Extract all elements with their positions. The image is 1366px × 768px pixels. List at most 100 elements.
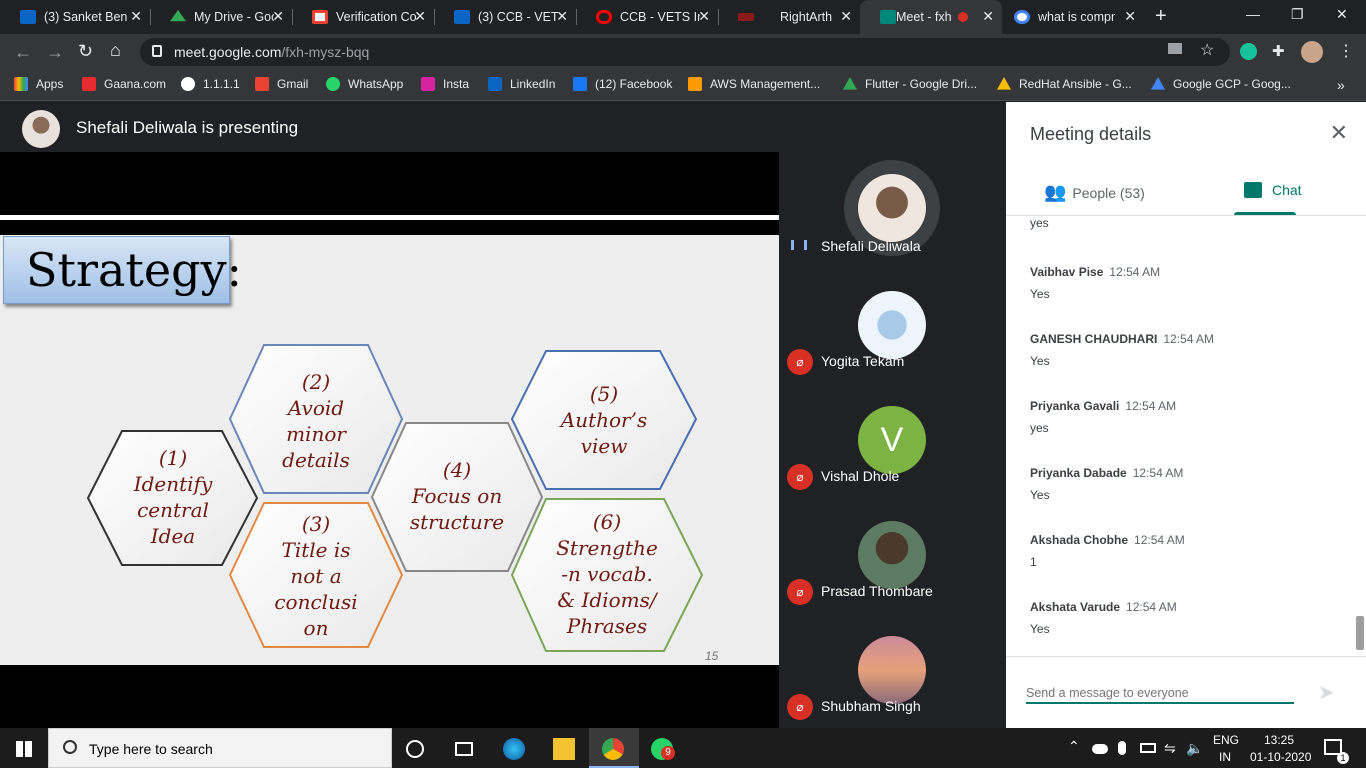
input-underline	[1026, 702, 1294, 704]
close-tab-icon[interactable]: ✕	[840, 8, 852, 25]
message-text: Yes	[1030, 622, 1050, 636]
chat-message-input[interactable]	[1026, 686, 1294, 700]
close-tab-icon[interactable]: ✕	[414, 8, 426, 25]
globe-icon	[181, 77, 195, 91]
close-tab-icon[interactable]: ✕	[272, 8, 284, 25]
grammarly-icon[interactable]	[1240, 43, 1257, 60]
bookmark-facebook[interactable]: (12) Facebook	[573, 77, 672, 91]
participant-tile[interactable]: Shefali Deliwala	[779, 152, 1006, 267]
close-tab-icon[interactable]: ✕	[1124, 8, 1136, 25]
lock-icon	[152, 45, 162, 57]
forward-icon[interactable]: →	[46, 42, 64, 63]
volume-icon[interactable]: 🔈	[1186, 740, 1203, 757]
menu-icon[interactable]: ⋮	[1338, 41, 1354, 61]
bookmarks-overflow-icon[interactable]: »	[1337, 77, 1345, 93]
network-icon[interactable]: ⇋	[1164, 740, 1176, 757]
people-icon: 👥	[1044, 182, 1067, 202]
chat-message: Akshada Chobhe 12:54 AM 1	[1030, 531, 1185, 569]
tab-label: People (53)	[1072, 184, 1145, 201]
toolbar: ← → ↻ ⌂ meet.google.com/fxh-mysz-bqq ☆ ✚…	[0, 34, 1366, 70]
panel-title: Meeting details	[1030, 124, 1152, 144]
home-icon[interactable]: ⌂	[110, 40, 121, 61]
cortana-icon[interactable]	[406, 740, 424, 758]
hex-text: view	[580, 434, 628, 458]
cloud-icon[interactable]	[1092, 744, 1108, 754]
profile-avatar[interactable]	[1301, 41, 1323, 63]
close-tab-icon[interactable]: ✕	[130, 8, 142, 25]
participant-tile[interactable]: ⌀ Prasad Thombare	[779, 497, 1006, 612]
bookmark-label: AWS Management...	[710, 77, 821, 91]
close-tab-icon[interactable]: ✕	[982, 8, 994, 25]
bookmark-gcp[interactable]: Google GCP - Goog...	[1151, 77, 1291, 91]
bookmark-label: Gaana.com	[104, 77, 167, 91]
clock-time[interactable]: 13:25	[1264, 733, 1294, 747]
battery-icon[interactable]	[1140, 743, 1156, 753]
language-indicator[interactable]: ENG	[1213, 733, 1239, 747]
hex-text: Phrases	[566, 614, 648, 638]
url-path: /fxh-mysz-bqq	[281, 44, 370, 60]
hex-text: Strengthe	[556, 536, 658, 560]
tab-people[interactable]: 👥 People (53)	[1044, 182, 1145, 203]
bookmark-linkedin[interactable]: LinkedIn	[488, 77, 555, 91]
browser-tab-active[interactable]: Meet - fxh ✕	[860, 0, 1002, 34]
close-tab-icon[interactable]: ✕	[556, 8, 568, 25]
reload-icon[interactable]: ↻	[78, 41, 93, 62]
participant-tile[interactable]: ⌀ Shubham Singh	[779, 612, 1006, 727]
bookmark-whatsapp[interactable]: WhatsApp	[326, 77, 403, 91]
file-explorer-icon[interactable]	[553, 738, 575, 760]
bookmark-apps[interactable]: Apps	[14, 77, 63, 91]
presenter-avatar	[22, 110, 60, 148]
address-bar[interactable]: meet.google.com/fxh-mysz-bqq ☆	[140, 38, 1230, 66]
presenting-bar: Shefali Deliwala is presenting	[0, 102, 1006, 152]
tab-chat[interactable]: Chat	[1244, 182, 1302, 198]
bookmark-gmail[interactable]: Gmail	[255, 77, 308, 91]
chat-message: Akshata Varude 12:54 AM Yes	[1030, 598, 1177, 636]
back-icon[interactable]: ←	[14, 42, 32, 63]
chat-scrollbar[interactable]	[1356, 616, 1364, 650]
bookmark-ansible[interactable]: RedHat Ansible - G...	[997, 77, 1132, 91]
close-window-icon[interactable]: ✕	[1336, 6, 1348, 23]
browser-tab[interactable]: (3) Sanket Ben ✕	[0, 0, 150, 34]
browser-tab[interactable]: RightArth ✕	[718, 0, 860, 34]
edge-icon[interactable]	[503, 738, 525, 760]
microphone-icon[interactable]	[1118, 741, 1126, 755]
participant-tile[interactable]: V ⌀ Vishal Dhole	[779, 382, 1006, 497]
browser-tab[interactable]: what is compr ✕	[1002, 0, 1144, 34]
close-tab-icon[interactable]: ✕	[698, 8, 710, 25]
star-icon[interactable]: ☆	[1200, 40, 1214, 60]
send-icon[interactable]: ➤	[1318, 680, 1335, 705]
message-sender: Priyanka Gavali	[1030, 399, 1120, 413]
extensions-icon[interactable]: ✚	[1272, 42, 1285, 60]
windows-start-icon[interactable]	[16, 741, 32, 757]
bookmark-flutter[interactable]: Flutter - Google Dri...	[843, 77, 977, 91]
mic-off-icon: ⌀	[787, 579, 813, 605]
browser-tab[interactable]: (3) CCB - VETS ✕	[434, 0, 576, 34]
bookmark-label: Google GCP - Goog...	[1173, 77, 1291, 91]
new-tab-icon[interactable]: +	[1155, 5, 1167, 28]
bookmark-insta[interactable]: Insta	[421, 77, 469, 91]
close-icon[interactable]: ✕	[1330, 120, 1348, 146]
message-time: 12:54 AM	[1125, 399, 1177, 413]
chat-icon	[1244, 182, 1262, 198]
whatsapp-badge: 9	[661, 746, 675, 760]
minimize-icon[interactable]: —	[1246, 6, 1260, 22]
participant-tile[interactable]: ⌀ Yogita Tekam	[779, 267, 1006, 382]
avatar	[858, 521, 926, 589]
browser-tab[interactable]: CCB - VETS Int ✕	[576, 0, 718, 34]
browser-tab[interactable]: Verification Co ✕	[292, 0, 434, 34]
hex-text: minor	[286, 422, 346, 446]
restore-icon[interactable]: ❐	[1291, 6, 1304, 23]
browser-tab[interactable]: My Drive - Goo ✕	[150, 0, 292, 34]
chevron-up-icon[interactable]: ⌃	[1068, 738, 1080, 755]
bookmark-gaana[interactable]: Gaana.com	[82, 77, 166, 91]
chrome-icon[interactable]	[602, 738, 624, 760]
camera-icon[interactable]	[1168, 43, 1182, 54]
linkedin-icon	[454, 10, 470, 24]
gaana-icon	[82, 77, 96, 91]
taskbar-search[interactable]: Type here to search	[48, 728, 392, 768]
bookmark-1111[interactable]: 1.1.1.1	[181, 77, 240, 91]
message-sender: Priyanka Dabade	[1030, 466, 1127, 480]
message-text: Yes	[1030, 287, 1050, 301]
task-view-icon[interactable]	[455, 742, 473, 756]
bookmark-aws[interactable]: AWS Management...	[688, 77, 820, 91]
